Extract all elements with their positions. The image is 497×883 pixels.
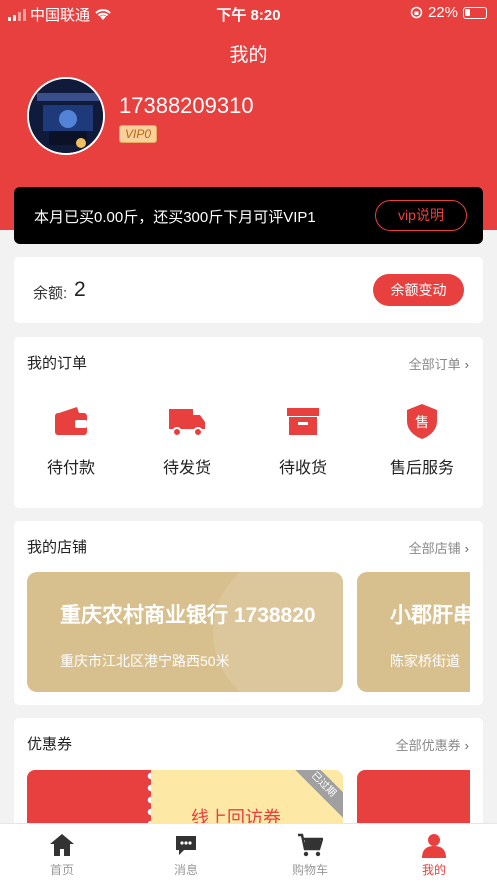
vip-progress-text: 本月已买0.00斤，还买300斤下月可评VIP1 — [34, 209, 316, 226]
message-icon — [173, 832, 199, 858]
shield-icon: 售 — [402, 401, 442, 441]
order-pending-shipment[interactable]: 待发货 — [137, 401, 237, 478]
battery-percent: 22% — [427, 4, 458, 21]
user-phone: 17388209310 — [119, 93, 254, 118]
chevron-right-icon: › — [464, 541, 469, 556]
store-card[interactable]: 重庆农村商业银行 1738820 重庆市江北区港宁路西50米 — [27, 572, 343, 692]
tab-messages[interactable]: 消息 — [146, 832, 226, 878]
tab-label: 首页 — [49, 863, 74, 877]
store-carousel[interactable]: 重庆农村商业银行 1738820 重庆市江北区港宁路西50米 小郡肝串 陈家桥街… — [27, 572, 470, 692]
order-label: 待付款 — [46, 460, 95, 477]
vip-level-badge: VIP0 — [119, 125, 158, 143]
chevron-right-icon: › — [464, 738, 469, 753]
cart-icon — [297, 832, 324, 858]
page-title: 我的 — [229, 45, 268, 66]
battery-icon — [463, 6, 487, 19]
balance-history-button[interactable]: 余额变动 — [373, 274, 464, 306]
truck-icon — [167, 401, 207, 441]
stores-card: 我的店铺 全部店铺 › 重庆农村商业银行 1738820 重庆市江北区港宁路西50… — [14, 521, 483, 705]
orders-title: 我的订单 — [27, 355, 88, 372]
all-coupons-link[interactable]: 全部优惠券 › — [396, 735, 469, 754]
all-orders-link[interactable]: 全部订单 › — [409, 354, 469, 373]
orders-card: 我的订单 全部订单 › 待付款 待发货 待收货 售 售后服务 — [14, 337, 483, 508]
order-label: 售后服务 — [389, 460, 454, 477]
all-coupons-label: 全部优惠券 — [395, 738, 461, 753]
order-pending-receipt[interactable]: 待收货 — [253, 401, 353, 478]
wallet-icon — [51, 401, 91, 441]
store-address: 陈家桥街道 — [390, 653, 460, 669]
coupons-title: 优惠券 — [27, 736, 73, 753]
tab-label: 购物车 — [291, 863, 328, 877]
expired-badge: 已过期 — [288, 770, 343, 820]
store-name: 重庆农村商业银行 1738820 — [60, 604, 316, 627]
tab-cart[interactable]: 购物车 — [270, 832, 350, 878]
store-name: 小郡肝串 — [390, 604, 470, 627]
balance-value: 2 — [74, 278, 86, 301]
all-orders-label: 全部订单 — [408, 357, 461, 372]
tab-home[interactable]: 首页 — [22, 832, 102, 878]
order-after-sales[interactable]: 售 售后服务 — [372, 401, 472, 478]
vip-info-button[interactable]: vip说明 — [375, 200, 467, 231]
store-card[interactable]: 小郡肝串 陈家桥街道 — [357, 572, 470, 692]
order-label: 待发货 — [162, 460, 211, 477]
user-icon — [421, 832, 447, 858]
vip-progress-bar: 本月已买0.00斤，还买300斤下月可评VIP1 vip说明 — [14, 187, 483, 244]
all-stores-label: 全部店铺 — [408, 541, 461, 556]
tab-label: 我的 — [421, 863, 446, 877]
tab-label: 消息 — [173, 863, 198, 877]
store-address: 重庆市江北区港宁路西50米 — [60, 653, 230, 669]
balance-label: 余额: — [33, 285, 68, 302]
chevron-right-icon: › — [464, 357, 469, 372]
orientation-lock-icon — [410, 6, 423, 19]
box-icon — [283, 401, 323, 441]
all-stores-link[interactable]: 全部店铺 › — [409, 538, 469, 557]
balance-card: 余额: 2 余额变动 — [14, 257, 483, 323]
avatar[interactable] — [27, 77, 105, 155]
home-icon — [49, 832, 75, 858]
order-label: 待收货 — [278, 460, 327, 477]
status-bar: 中国联通 下午 8:20 22% — [0, 0, 497, 26]
coupons-card: 优惠券 全部优惠券 › 线上回访券 已过期 — [14, 718, 483, 838]
bottom-tab-bar: 首页 消息 购物车 我的 — [0, 823, 497, 883]
stores-title: 我的店铺 — [27, 539, 88, 556]
shield-icon-text: 售 — [415, 415, 429, 431]
order-pending-payment[interactable]: 待付款 — [21, 401, 121, 478]
tab-profile[interactable]: 我的 — [394, 832, 474, 878]
